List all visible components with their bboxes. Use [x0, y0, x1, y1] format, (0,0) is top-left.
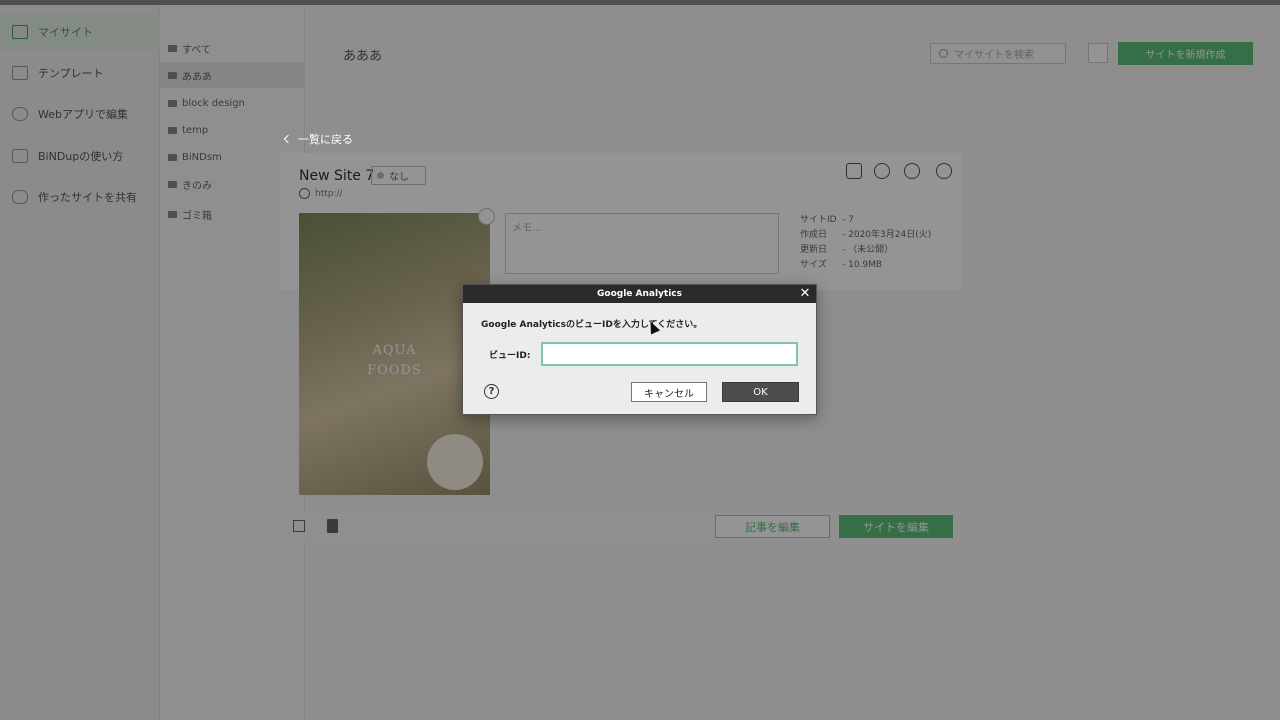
back-label: 一覧に戻る	[298, 133, 353, 146]
dialog-title: Google Analytics	[597, 289, 682, 299]
google-analytics-dialog: Google Analytics ✕ Google AnalyticsのビューI…	[462, 284, 817, 415]
dialog-message: Google AnalyticsのビューIDを入力してください。	[481, 320, 703, 330]
cancel-button[interactable]: キャンセル	[631, 382, 707, 402]
dialog-titlebar: Google Analytics	[463, 285, 816, 303]
view-id-label: ビューID:	[489, 351, 531, 361]
help-icon[interactable]: ?	[484, 384, 499, 399]
ok-button[interactable]: OK	[722, 382, 799, 402]
view-id-input[interactable]	[541, 342, 798, 366]
back-to-list-link[interactable]: 一覧に戻る	[283, 131, 353, 147]
chevron-left-icon	[283, 134, 293, 144]
close-icon[interactable]: ✕	[798, 287, 812, 301]
